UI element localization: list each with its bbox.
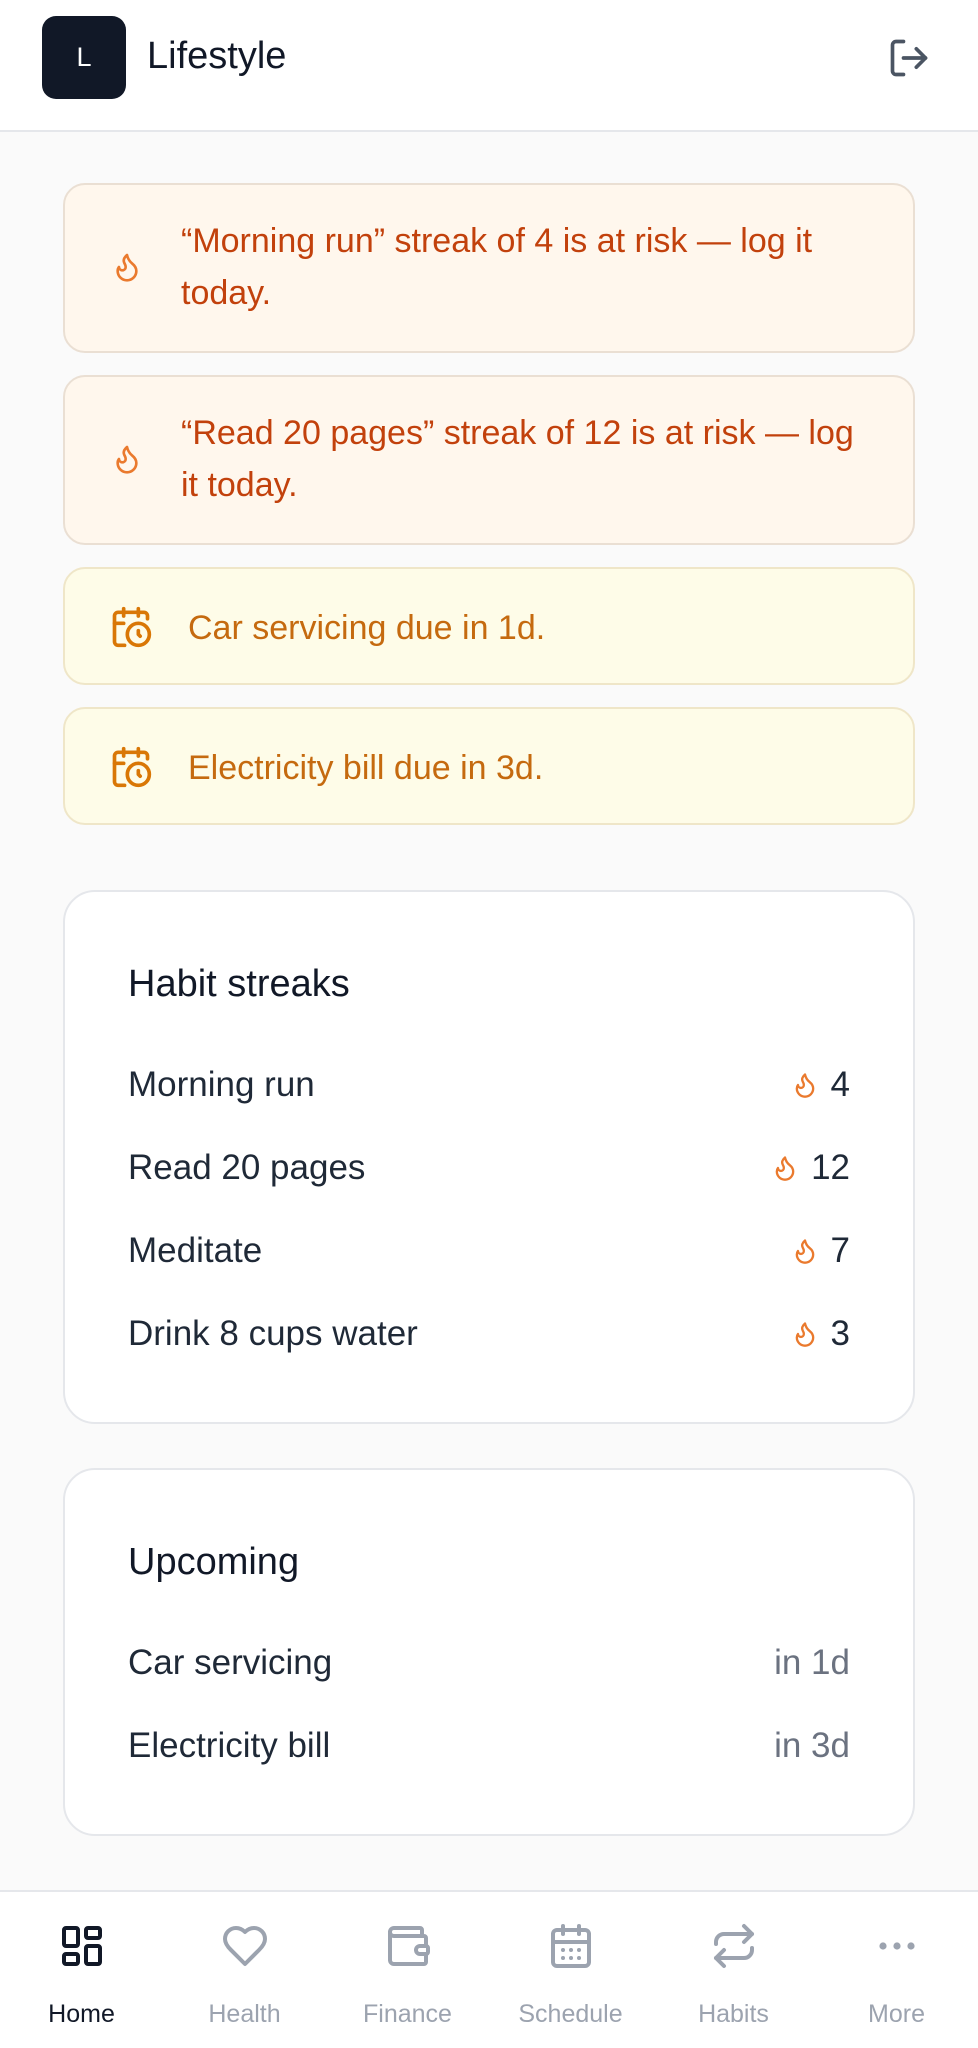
habit-row[interactable]: Meditate 7 [128,1226,850,1276]
alert-streak-morning-run[interactable]: “Morning run” streak of 4 is at risk — l… [63,183,915,353]
app-logo[interactable]: L [42,16,126,99]
habit-label: Meditate [128,1231,263,1270]
upcoming-label: Car servicing [128,1643,333,1682]
nav-label: Health [208,2000,281,2028]
card-title: Upcoming [128,1541,300,1583]
grid-icon [58,1922,106,1970]
habit-label: Morning run [128,1065,315,1104]
streak-number: 4 [830,1065,850,1104]
calendar-icon [547,1922,595,1970]
upcoming-row[interactable]: Car servicing in 1d [128,1638,850,1688]
habit-row[interactable]: Drink 8 cups water 3 [128,1309,850,1359]
due-time: in 3d [774,1726,850,1765]
nav-label: Habits [698,2000,769,2028]
habit-row[interactable]: Morning run 4 [128,1060,850,1110]
nav-label: Home [48,2000,115,2028]
flame-icon [775,1156,795,1181]
calendar-clock-icon [109,745,153,789]
repeat-icon [710,1922,758,1970]
streak-count: 7 [791,1231,850,1271]
habit-label: Drink 8 cups water [128,1314,418,1353]
habit-row[interactable]: Read 20 pages 12 [128,1143,850,1193]
nav-finance[interactable]: Finance [326,1892,489,2048]
alert-text: “Morning run” streak of 4 is at risk — l… [181,222,813,312]
due-time: in 1d [774,1643,850,1682]
logout-icon [890,39,928,77]
nav-label: More [868,2000,925,2028]
alert-due-electricity-bill[interactable]: Electricity bill due in 3d. [63,707,915,825]
bottom-nav: Home Health Finance Schedule Habits More [0,1890,978,2048]
wallet-icon [384,1922,432,1970]
more-icon [873,1922,921,1970]
upcoming-label: Electricity bill [128,1726,331,1765]
habit-label: Read 20 pages [128,1148,366,1187]
flame-icon [111,248,143,286]
nav-label: Finance [363,2000,452,2028]
flame-icon [111,440,143,478]
nav-health[interactable]: Health [163,1892,326,2048]
nav-schedule[interactable]: Schedule [489,1892,652,2048]
flame-icon [795,1239,814,1264]
app-title: Lifestyle [147,35,287,77]
streak-number: 12 [811,1148,850,1187]
flame-icon [795,1073,814,1098]
nav-label: Schedule [518,2000,623,2028]
alert-due-car-servicing[interactable]: Car servicing due in 1d. [63,567,915,685]
alert-streak-read-20-pages[interactable]: “Read 20 pages” streak of 12 is at risk … [63,375,915,545]
upcoming-card: Upcoming Car servicing in 1d Electricity… [63,1468,915,1836]
card-title: Habit streaks [128,963,350,1005]
nav-more[interactable]: More [815,1892,978,2048]
habit-streaks-card: Habit streaks Morning run 4 Read 20 page… [63,890,915,1424]
logout-button[interactable] [884,34,934,82]
streak-count: 3 [791,1314,850,1354]
calendar-clock-icon [109,605,153,649]
upcoming-row[interactable]: Electricity bill in 3d [128,1721,850,1771]
streak-count: 12 [771,1148,850,1188]
streak-count: 4 [791,1065,850,1105]
alert-text: “Read 20 pages” streak of 12 is at risk … [181,414,854,504]
flame-icon [795,1322,814,1347]
streak-number: 7 [830,1231,850,1270]
nav-habits[interactable]: Habits [652,1892,815,2048]
logo-letter: L [76,42,92,72]
alert-text: Electricity bill due in 3d. [188,749,544,787]
streak-number: 3 [830,1314,850,1353]
nav-home[interactable]: Home [0,1892,163,2048]
app-header: L Lifestyle [0,0,978,132]
alert-text: Car servicing due in 1d. [188,609,546,647]
heart-icon [221,1922,269,1970]
